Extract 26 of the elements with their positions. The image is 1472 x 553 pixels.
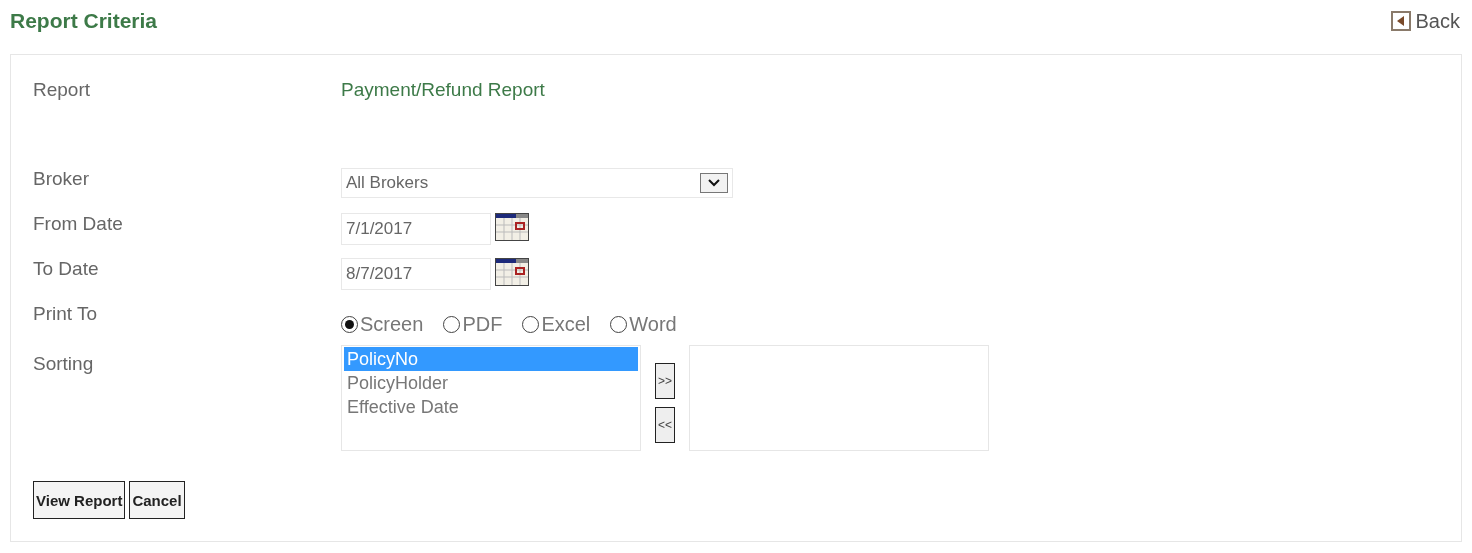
radio-option[interactable]: Word: [610, 313, 677, 336]
radio-option[interactable]: Screen: [341, 313, 424, 336]
field-label: Print To: [33, 303, 99, 325]
date-field[interactable]: 7/1/2017: [341, 213, 491, 245]
list-item[interactable]: PolicyNo: [344, 347, 638, 371]
calendar-icon[interactable]: [495, 213, 529, 241]
field-label: Report: [33, 79, 92, 101]
page-title: Report Criteria: [10, 9, 158, 33]
date-field[interactable]: 8/7/2017: [341, 258, 491, 290]
report-name: Payment/Refund Report: [341, 79, 545, 101]
calendar-icon[interactable]: [495, 258, 529, 286]
field-label: From Date: [33, 213, 124, 235]
caret-icon[interactable]: [700, 173, 728, 193]
field-label: Broker: [33, 168, 90, 190]
radio-option[interactable]: PDF: [443, 313, 503, 336]
remove-button[interactable]: <<: [655, 407, 675, 443]
broker-dropdown[interactable]: All Brokers: [341, 168, 733, 198]
field-label: To Date: [33, 258, 100, 280]
list-item[interactable]: Effective Date: [344, 395, 638, 419]
field-label: Sorting: [33, 353, 95, 375]
radio-option[interactable]: Excel: [522, 313, 591, 336]
back-link[interactable]: Back: [1390, 9, 1460, 33]
view-report-button[interactable]: View Report: [33, 481, 126, 519]
add-button[interactable]: >>: [655, 363, 675, 399]
cancel-button[interactable]: Cancel: [129, 481, 185, 519]
list-item[interactable]: PolicyHolder: [344, 371, 638, 395]
